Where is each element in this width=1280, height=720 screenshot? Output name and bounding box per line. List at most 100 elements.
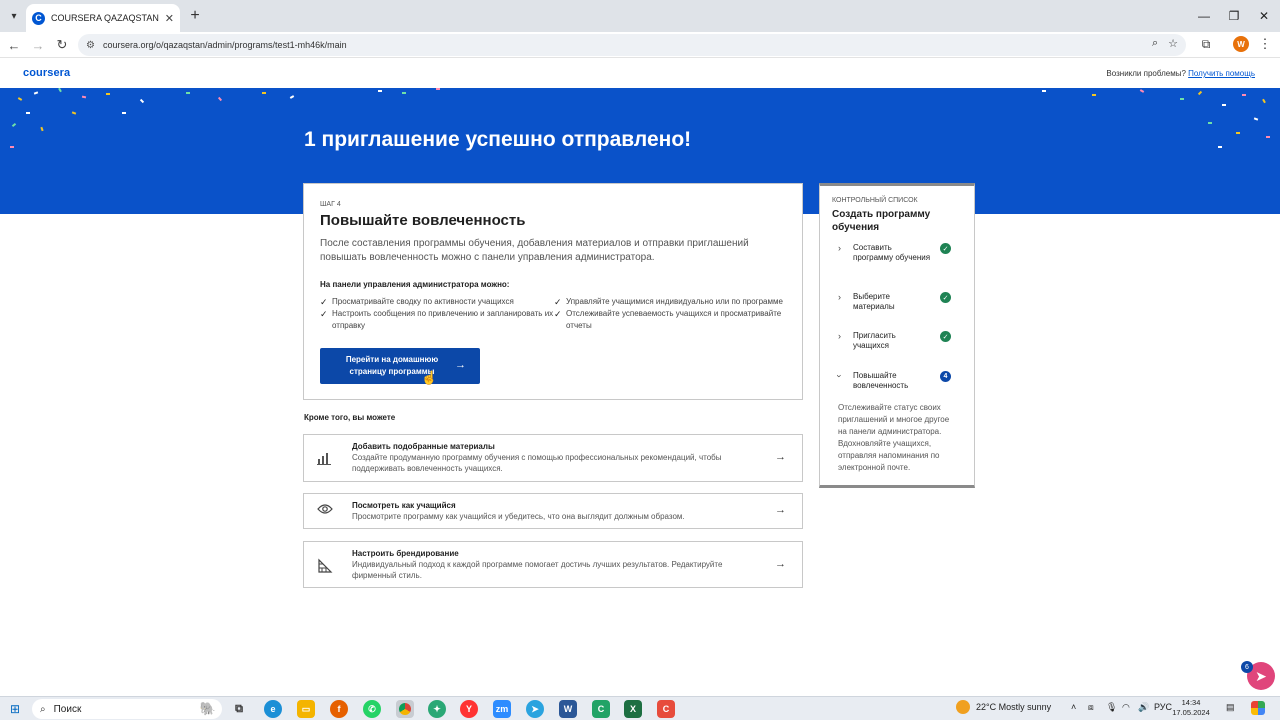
confetti <box>106 93 110 95</box>
firefox-icon[interactable]: f <box>330 700 348 718</box>
restore-icon[interactable]: ❐ <box>1222 6 1246 26</box>
checklist-item-label: Пригласить учащихся <box>853 331 896 350</box>
action-title: Настроить брендирование <box>352 549 459 558</box>
confetti <box>1242 94 1246 96</box>
checklist-item[interactable]: › Выберите материалы ✓ <box>838 292 958 314</box>
checklist-description: Отслеживайте статус своих приглашений и … <box>838 403 950 472</box>
profile-avatar[interactable]: W <box>1233 36 1249 52</box>
checklist-item-label: Составить программу обучения <box>853 243 931 262</box>
browser-tab[interactable]: C COURSERA QAZAQSTAN Адми ✕ <box>26 4 180 32</box>
eye-icon <box>317 503 333 518</box>
view-as-learner-row[interactable]: Посмотреть как учащийся Просмотрите прог… <box>303 493 803 529</box>
confetti <box>1236 132 1240 134</box>
admin-can-label: На панели управления администратора можн… <box>320 280 510 289</box>
site-info-icon[interactable]: ⚙ <box>86 40 95 51</box>
checklist-item[interactable]: › Пригласить учащихся ✓ <box>838 331 958 353</box>
new-tab-icon[interactable]: + <box>186 7 204 25</box>
search-highlight-icon: 🐘 <box>199 701 216 716</box>
recorder-icon[interactable]: C <box>657 700 675 718</box>
configure-branding-row[interactable]: Настроить брендирование Индивидуальный п… <box>303 541 803 588</box>
wifi-icon[interactable]: ◠ <box>1122 702 1130 713</box>
confetti <box>1197 90 1203 96</box>
confetti <box>10 146 14 148</box>
confetti <box>71 111 77 115</box>
site-header: coursera Возникли проблемы? Получить пом… <box>0 59 1280 88</box>
app-icon[interactable]: ✦ <box>428 700 446 718</box>
get-help-link[interactable]: Получить помощь <box>1188 69 1255 78</box>
arrow-right-icon: → <box>775 451 786 463</box>
confetti <box>402 92 406 94</box>
yandex-icon[interactable]: Y <box>460 700 478 718</box>
browser-menu-icon[interactable]: ⋮ <box>1258 36 1272 52</box>
clock-time: 14:34 <box>1181 698 1201 707</box>
confetti <box>217 96 223 102</box>
banner-title: 1 приглашение успешно отправлено! <box>304 128 692 151</box>
checklist-item-current[interactable]: › Повышайте вовлеченность 4 <box>834 371 958 393</box>
action-title: Посмотреть как учащийся <box>352 501 456 510</box>
step-label: ШАГ 4 <box>320 201 341 208</box>
camtasia-icon[interactable]: C <box>592 700 610 718</box>
weather-icon[interactable] <box>956 700 970 714</box>
taskbar-search[interactable]: ⌕ Поиск 🐘 <box>32 699 222 719</box>
add-curated-materials-row[interactable]: Добавить подобранные материалы Создайте … <box>303 434 803 482</box>
checklist-item-label: Выберите материалы <box>853 292 895 311</box>
help-text: Возникли проблемы? Получить помощь <box>1106 69 1255 78</box>
whatsapp-icon[interactable]: ✆ <box>363 700 381 718</box>
excel-icon[interactable]: X <box>624 700 642 718</box>
feature-item: ✓ Просматривайте сводку по активности уч… <box>320 296 550 308</box>
taskbar-clock[interactable]: 14:34 17.05.2024 <box>1168 698 1214 718</box>
zoom-icon[interactable]: zm <box>493 700 511 718</box>
confetti <box>1042 90 1046 92</box>
go-to-program-home-button[interactable]: Перейти на домашнюю страницу программы → <box>320 348 480 384</box>
task-view-icon[interactable]: ⧉ <box>230 700 248 718</box>
also-label: Кроме того, вы можете <box>304 413 396 422</box>
confetti <box>262 92 266 94</box>
show-hidden-icons-icon[interactable]: ˄ <box>1071 702 1076 712</box>
telegram-icon[interactable]: ➤ <box>526 700 544 718</box>
check-icon: ✓ <box>320 297 328 307</box>
zoom-icon[interactable]: ⌕ <box>1152 37 1158 50</box>
tab-search-dropdown-icon[interactable]: ▾ <box>4 6 24 26</box>
help-question: Возникли проблемы? <box>1106 69 1186 78</box>
checklist-label: КОНТРОЛЬНЫЙ СПИСОК <box>832 197 918 204</box>
checklist-item[interactable]: › Составить программу обучения ✓ <box>838 243 958 275</box>
word-icon[interactable]: W <box>559 700 577 718</box>
windows-start-icon[interactable]: ⊞ <box>8 702 22 716</box>
weather-text[interactable]: 22°C Mostly sunny <box>976 702 1051 712</box>
window-close-icon[interactable]: ✕ <box>1252 6 1276 26</box>
minimize-icon[interactable]: — <box>1192 6 1216 26</box>
edge-icon[interactable]: e <box>264 700 282 718</box>
bookmark-star-icon[interactable]: ☆ <box>1168 37 1178 50</box>
search-label: Поиск <box>53 703 82 715</box>
confetti <box>1180 98 1184 100</box>
microphone-icon[interactable]: 🎙 <box>1106 702 1117 713</box>
browser-toolbar: ← → ↻ ⚙ coursera.org/o/qazaqstan/admin/p… <box>0 32 1280 58</box>
reload-icon[interactable]: ↻ <box>52 35 72 55</box>
confetti <box>289 95 295 99</box>
confetti <box>33 91 39 95</box>
confetti <box>1266 136 1270 138</box>
feature-text: Просматривайте сводку по активности учащ… <box>332 297 514 306</box>
forward-icon[interactable]: → <box>28 35 48 55</box>
chevron-down-icon: › <box>834 374 845 378</box>
network-icon[interactable]: ⧈ <box>1088 702 1094 713</box>
feature-text: Управляйте учащимися индивидуально или п… <box>566 297 783 306</box>
back-icon[interactable]: ← <box>4 35 24 55</box>
address-bar[interactable]: ⚙ coursera.org/o/qazaqstan/admin/program… <box>78 34 1186 56</box>
check-icon: ✓ <box>554 297 562 307</box>
chrome-icon[interactable] <box>396 700 414 718</box>
notifications-icon[interactable]: ▤ <box>1226 702 1235 713</box>
coursera-logo[interactable]: coursera <box>23 67 70 79</box>
file-explorer-icon[interactable]: ▭ <box>297 700 315 718</box>
step-description: После составления программы обучения, до… <box>320 238 749 263</box>
extensions-icon[interactable]: ⧉ <box>1198 36 1214 52</box>
tab-close-icon[interactable]: ✕ <box>165 12 174 25</box>
confetti <box>1092 94 1096 96</box>
copilot-icon[interactable] <box>1251 701 1265 715</box>
confetti <box>1208 122 1212 124</box>
check-circle-icon: ✓ <box>940 243 951 254</box>
confetti <box>139 98 145 104</box>
feature-item: ✓ Настроить сообщения по привлечению и з… <box>320 308 556 332</box>
confetti <box>1222 104 1226 106</box>
volume-icon[interactable]: 🔊 <box>1138 702 1149 713</box>
